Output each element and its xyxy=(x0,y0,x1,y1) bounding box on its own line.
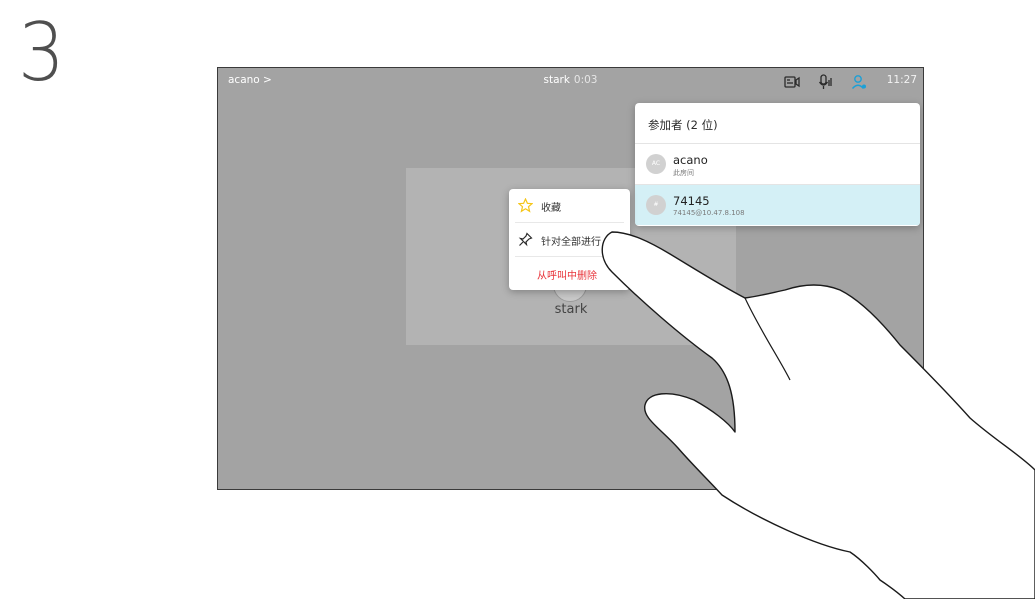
clock: 11:27 xyxy=(886,74,917,86)
step-number: 3 xyxy=(18,6,65,99)
menu-item-remove-from-call[interactable]: 从呼叫中删除 xyxy=(509,257,630,290)
menu-item-label: 收藏 xyxy=(541,203,561,214)
call-name: stark xyxy=(543,74,570,86)
participant-name: acano xyxy=(673,153,708,167)
menu-item-label: 从呼叫中删除 xyxy=(537,271,597,282)
tile-participant-name: stark xyxy=(554,302,588,317)
participant-name: 74145 xyxy=(673,194,710,208)
layout-icon[interactable] xyxy=(784,74,800,90)
avatar: AC xyxy=(646,154,666,174)
participant-sub: 74145@10.47.8.108 xyxy=(673,209,745,217)
call-timer: 0:03 xyxy=(573,74,598,86)
participant-row-74145[interactable]: # 74145 74145@10.47.8.108 xyxy=(635,185,920,225)
star-icon xyxy=(517,197,534,213)
menu-item-favorite[interactable]: 收藏 xyxy=(509,189,630,222)
avatar: # xyxy=(646,195,666,215)
participants-panel: 参加者 (2 位) AC acano 此房间 # 74145 74145@10.… xyxy=(635,103,920,226)
top-bar: acano > stark 0:03 11:27 xyxy=(218,68,923,96)
panel-title: 参加者 (2 位) xyxy=(648,118,718,132)
participants-icon[interactable] xyxy=(851,74,867,90)
menu-item-label: 针对全部进行 xyxy=(541,237,601,248)
menu-item-pin-for-all[interactable]: 针对全部进行 xyxy=(509,223,630,256)
device-screen: acano > stark 0:03 11:27 stark 参加者 (2 位)… xyxy=(217,67,924,490)
mic-icon[interactable] xyxy=(818,74,834,90)
pin-icon xyxy=(518,232,533,247)
participant-sub: 此房间 xyxy=(673,169,694,177)
participant-row-acano[interactable]: AC acano 此房间 xyxy=(635,144,920,184)
context-menu: 收藏 针对全部进行 从呼叫中删除 xyxy=(509,189,630,290)
